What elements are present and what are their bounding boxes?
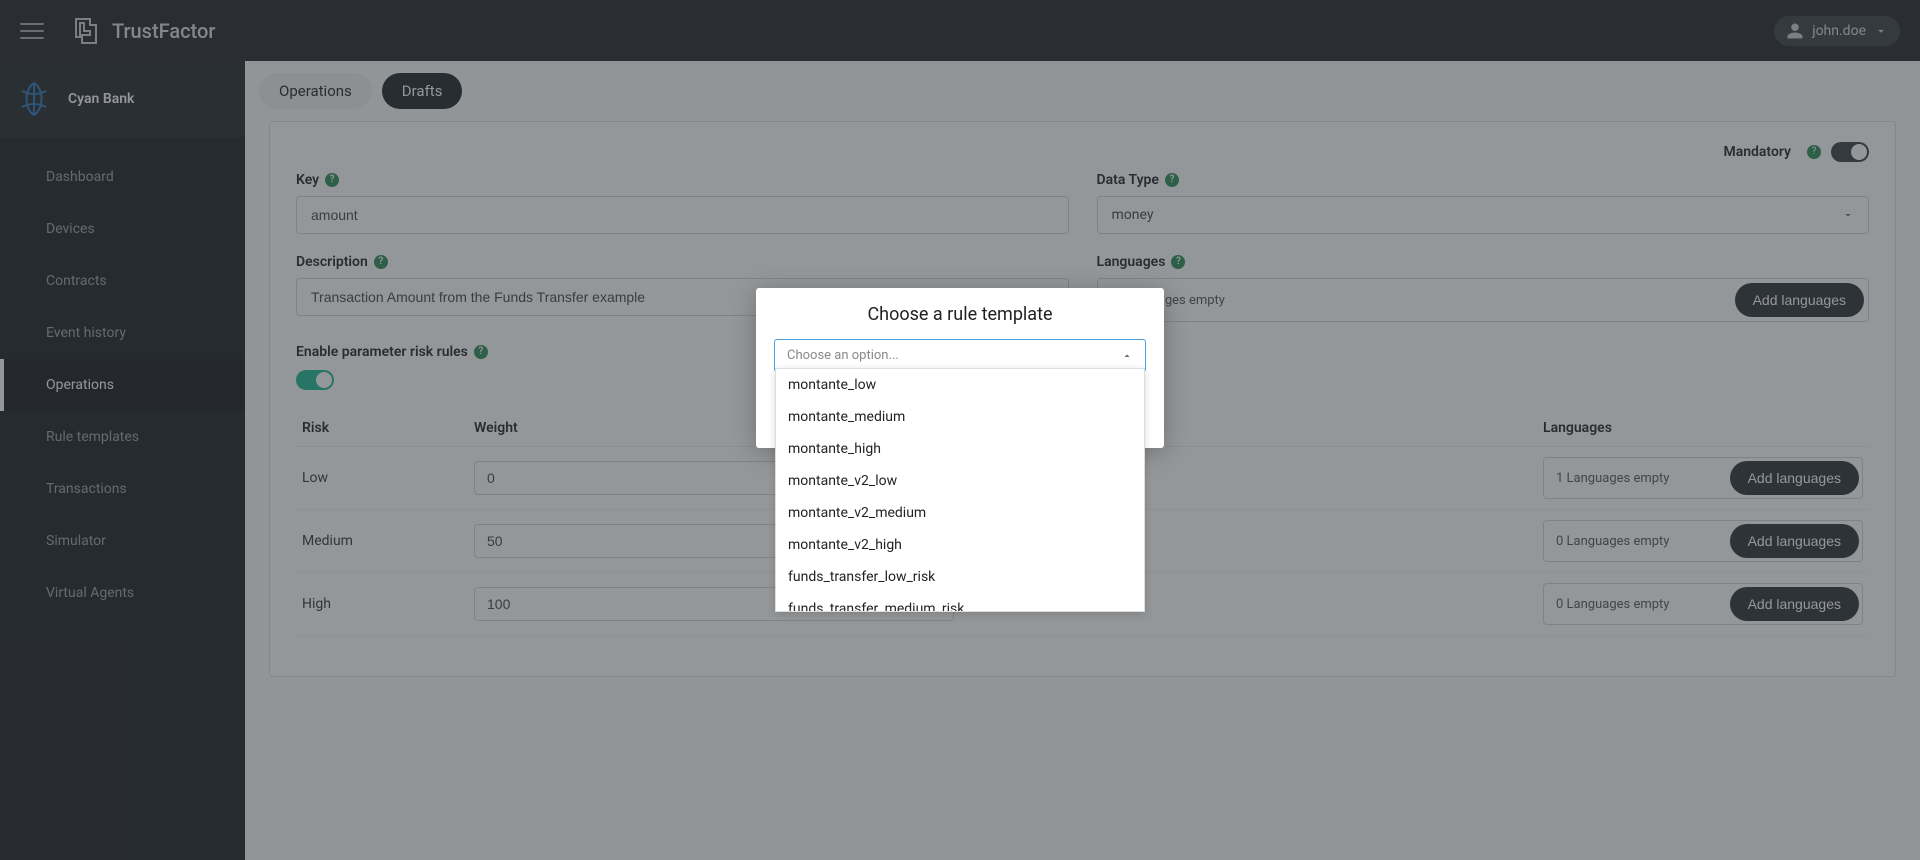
template-select-placeholder: Choose an option... bbox=[787, 348, 899, 363]
dropdown-option[interactable]: montante_high bbox=[776, 433, 1144, 465]
dropdown-option[interactable]: funds_transfer_medium_risk bbox=[776, 593, 1144, 612]
template-dropdown[interactable]: montante_low montante_medium montante_hi… bbox=[775, 368, 1145, 612]
chevron-up-icon bbox=[1121, 350, 1133, 362]
dropdown-option[interactable]: montante_v2_medium bbox=[776, 497, 1144, 529]
dropdown-option[interactable]: montante_medium bbox=[776, 401, 1144, 433]
modal-title: Choose a rule template bbox=[774, 304, 1146, 325]
dropdown-option[interactable]: montante_low bbox=[776, 369, 1144, 401]
dropdown-option[interactable]: montante_v2_low bbox=[776, 465, 1144, 497]
dropdown-option[interactable]: montante_v2_high bbox=[776, 529, 1144, 561]
dropdown-option[interactable]: funds_transfer_low_risk bbox=[776, 561, 1144, 593]
